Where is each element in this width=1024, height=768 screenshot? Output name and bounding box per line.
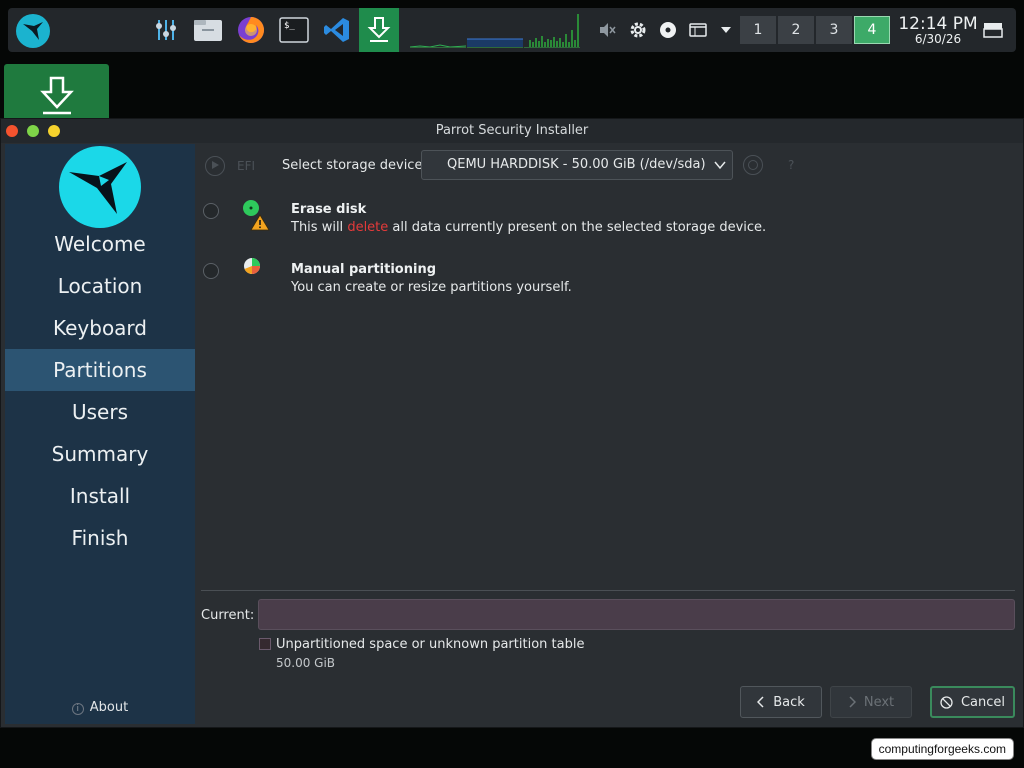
manual-partitioning-title[interactable]: Manual partitioning xyxy=(291,262,436,277)
current-partition-bar xyxy=(258,599,1015,630)
clipboard-icon[interactable] xyxy=(688,20,708,40)
back-label: Back xyxy=(773,694,805,710)
clock-date[interactable]: 6/30/26 xyxy=(898,32,978,46)
installer-desktop-icon[interactable] xyxy=(4,64,109,118)
top-panel: $_ 1 2 3 4 12:14 PM 6/30/26 xyxy=(8,8,1016,52)
memory-monitor-graph xyxy=(467,38,523,48)
network-monitor-graph xyxy=(524,14,580,48)
erase-disk-title[interactable]: Erase disk xyxy=(291,202,366,217)
chevron-left-icon xyxy=(757,696,764,708)
back-button[interactable]: Back xyxy=(740,686,822,718)
erase-disk-radio[interactable] xyxy=(203,203,219,219)
tray-expand-icon[interactable] xyxy=(716,20,736,40)
manual-partitioning-radio[interactable] xyxy=(203,263,219,279)
installer-window: Parrot Security Installer Welcome Locati… xyxy=(0,118,1024,728)
unpartitioned-legend-swatch xyxy=(259,638,271,650)
cancel-icon xyxy=(940,695,953,709)
divider xyxy=(201,590,1015,591)
vscode-icon[interactable] xyxy=(321,14,353,46)
step-summary: Summary xyxy=(51,442,149,466)
delete-warning-word: delete xyxy=(347,220,389,235)
step-keyboard: Keyboard xyxy=(52,316,147,340)
step-users: Users xyxy=(71,400,128,424)
installer-icon[interactable] xyxy=(359,8,399,52)
workspace-4[interactable]: 4 xyxy=(854,16,890,44)
pie-chart-icon xyxy=(243,257,263,277)
window-titlebar[interactable]: Parrot Security Installer xyxy=(1,119,1023,143)
storage-device-select[interactable]: QEMU HARDDISK - 50.00 GiB (/dev/sda) xyxy=(421,150,733,180)
about-label: About xyxy=(89,700,129,715)
manual-partitioning-description: You can create or resize partitions your… xyxy=(291,280,572,295)
gear-icon[interactable] xyxy=(628,20,648,40)
current-label: Current: xyxy=(201,608,255,623)
svg-text:$_: $_ xyxy=(284,21,295,31)
chevron-right-icon xyxy=(849,696,856,708)
erase-disk-icon xyxy=(241,198,273,232)
workspace-2[interactable]: 2 xyxy=(778,16,814,44)
parrot-logo xyxy=(59,146,141,228)
about-button[interactable]: i About xyxy=(5,700,195,715)
workspace-3[interactable]: 3 xyxy=(816,16,852,44)
unpartitioned-label: Unpartitioned space or unknown partition… xyxy=(276,637,585,652)
efi-label: EFI xyxy=(237,159,256,173)
step-partitions: Partitions xyxy=(5,349,195,391)
cancel-label: Cancel xyxy=(960,694,1006,710)
settings-sliders-icon[interactable] xyxy=(150,14,182,46)
unpartitioned-size: 50.00 GiB xyxy=(276,656,336,670)
file-manager-icon[interactable] xyxy=(192,14,224,46)
refresh-icon[interactable] xyxy=(743,155,763,175)
workspace-1[interactable]: 1 xyxy=(740,16,776,44)
next-button[interactable]: Next xyxy=(830,686,912,718)
next-label: Next xyxy=(863,694,895,710)
parrot-menu-icon[interactable] xyxy=(16,14,50,48)
efi-play-icon xyxy=(205,156,225,176)
step-finish: Finish xyxy=(71,526,129,550)
terminal-icon[interactable]: $_ xyxy=(278,14,310,46)
help-icon[interactable]: ? xyxy=(788,158,794,172)
step-welcome: Welcome xyxy=(54,232,146,256)
window-title: Parrot Security Installer xyxy=(435,123,589,138)
cancel-button[interactable]: Cancel xyxy=(930,686,1015,718)
installer-sidebar: Welcome Location Keyboard Partitions Use… xyxy=(5,144,195,724)
erase-disk-description: This will delete all data currently pres… xyxy=(291,220,767,235)
volume-muted-icon[interactable] xyxy=(597,20,617,40)
storage-device-value: QEMU HARDDISK - 50.00 GiB (/dev/sda) xyxy=(447,157,706,172)
storage-device-label: Select storage device: xyxy=(282,158,427,173)
show-desktop-icon[interactable] xyxy=(982,20,1004,40)
firefox-icon[interactable] xyxy=(235,14,267,46)
info-icon: i xyxy=(71,703,84,715)
disc-icon[interactable] xyxy=(658,20,678,40)
step-location: Location xyxy=(57,274,143,298)
chevron-down-icon xyxy=(714,159,726,174)
cpu-monitor-graph xyxy=(410,44,466,48)
clock-time[interactable]: 12:14 PM xyxy=(898,14,978,34)
step-install: Install xyxy=(69,484,131,508)
watermark: computingforgeeks.com xyxy=(870,738,1014,760)
